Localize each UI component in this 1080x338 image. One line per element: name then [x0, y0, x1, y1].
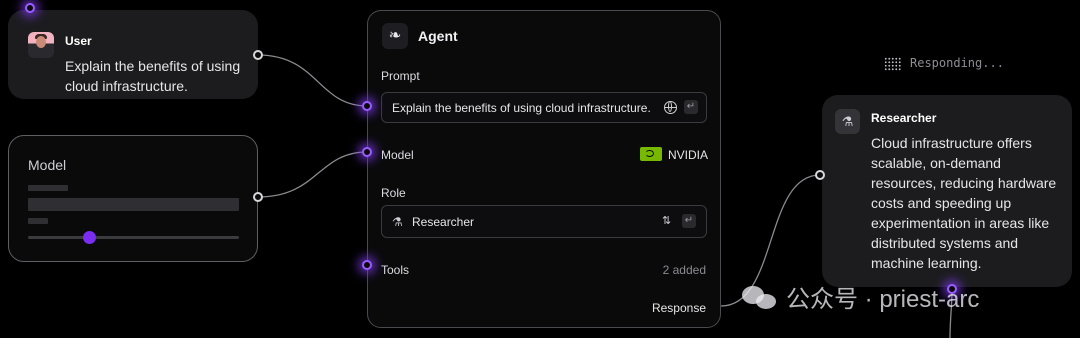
prompt-input-value: Explain the benefits of using cloud infr…	[392, 101, 651, 115]
user-node-title: User	[65, 34, 92, 48]
watermark: 公众号 · priest-arc	[742, 279, 979, 314]
user-input-port[interactable]	[25, 3, 35, 13]
model-slider-thumb[interactable]	[82, 231, 96, 244]
globe-icon[interactable]	[664, 101, 677, 114]
model-input-port[interactable]	[362, 147, 372, 157]
model-output-port[interactable]	[253, 192, 263, 202]
enter-icon[interactable]: ↵	[684, 100, 698, 114]
model-label: Model	[381, 148, 414, 162]
user-message: Explain the benefits of using cloud infr…	[65, 58, 241, 94]
agent-icon: ❧	[382, 23, 408, 49]
tools-label: Tools	[381, 263, 410, 277]
researcher-message: Cloud infrastructure offers scalable, on…	[871, 135, 1057, 271]
wire-model-to-agent	[257, 151, 368, 198]
prompt-label: Prompt	[381, 69, 420, 83]
prompt-input-port[interactable]	[362, 101, 372, 111]
model-placeholder-line-short	[28, 218, 48, 224]
tools-input-port[interactable]	[362, 260, 372, 270]
chevron-updown-icon[interactable]: ⇅	[662, 214, 671, 227]
watermark-text: 公众号 · priest-arc	[786, 286, 980, 313]
nvidia-logo-icon	[640, 147, 662, 161]
model-placeholder-line	[28, 185, 68, 191]
loading-dots-icon	[884, 57, 902, 71]
user-output-port[interactable]	[253, 50, 263, 60]
response-label: Response	[651, 301, 706, 315]
researcher-input-port[interactable]	[815, 170, 825, 180]
responding-text: Responding...	[910, 56, 1004, 70]
researcher-node-title: Researcher	[871, 111, 937, 125]
tools-count: 2 added	[662, 263, 706, 277]
user-node[interactable]: User Explain the benefits of using cloud…	[8, 10, 258, 99]
role-label: Role	[381, 186, 406, 200]
microscope-icon: ⚗	[835, 109, 860, 134]
prompt-input[interactable]: Explain the benefits of using cloud infr…	[381, 92, 707, 123]
model-value: NVIDIA	[668, 148, 709, 162]
wire-user-to-prompt	[257, 54, 368, 107]
user-avatar	[28, 32, 54, 58]
model-placeholder-bar	[28, 198, 239, 211]
model-node[interactable]: Model	[8, 135, 258, 262]
microscope-icon: ⚗	[392, 215, 403, 229]
agent-node-title: Agent	[418, 28, 458, 44]
role-select-value: Researcher	[412, 215, 475, 229]
enter-icon[interactable]: ↵	[682, 214, 696, 228]
agent-node[interactable]: ❧ Agent Prompt Explain the benefits of u…	[367, 10, 721, 328]
model-node-title: Model	[28, 157, 67, 173]
researcher-node[interactable]: ⚗ Researcher Cloud infrastructure offers…	[822, 95, 1072, 287]
role-select[interactable]: ⚗ Researcher ⇅ ↵	[381, 205, 707, 238]
wechat-logo-icon	[742, 284, 778, 310]
model-slider-track[interactable]	[28, 236, 239, 239]
